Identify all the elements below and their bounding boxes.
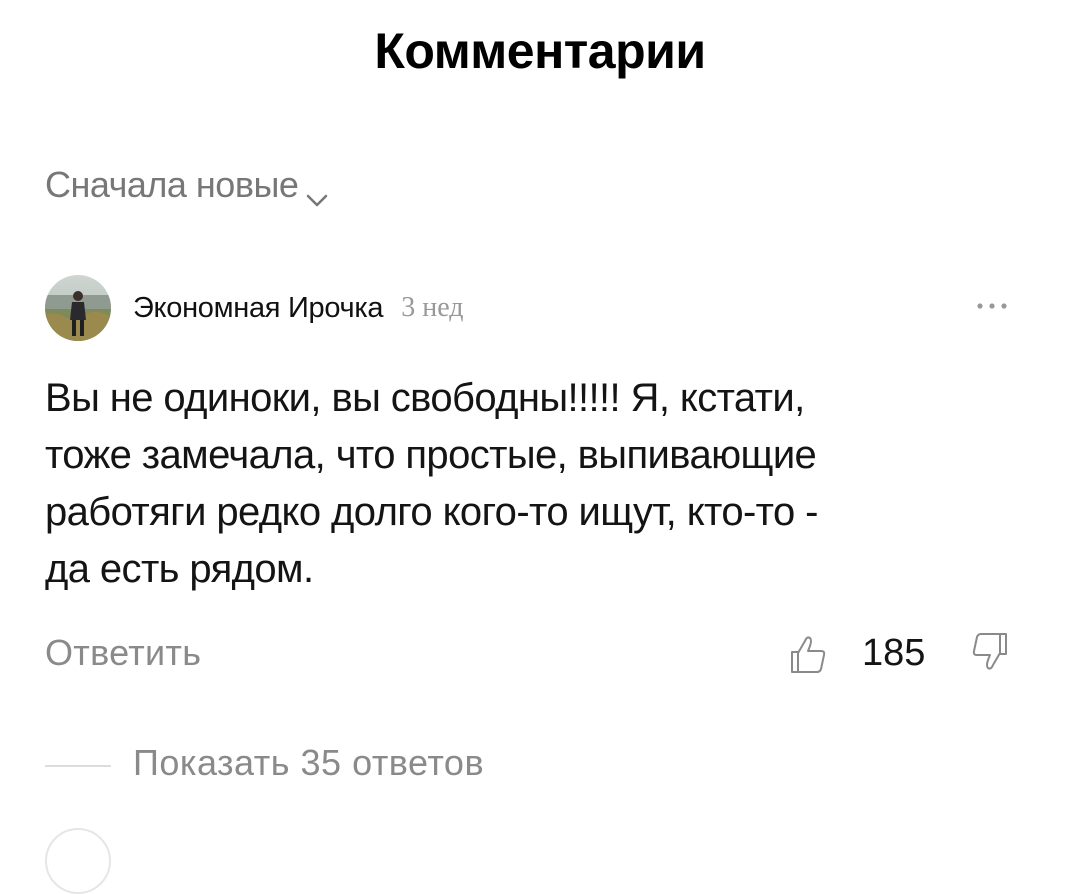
comment-text: Вы не одиноки, вы свободны!!!!! Я, кстат…	[45, 376, 818, 591]
sort-label: Сначала новые	[45, 164, 299, 205]
sort-dropdown[interactable]: Сначала новые	[45, 164, 330, 207]
replies-divider	[45, 765, 111, 767]
thumbs-down-icon[interactable]	[968, 630, 1012, 674]
next-comment-avatar	[45, 828, 111, 894]
more-dots-icon[interactable]	[972, 294, 1012, 318]
show-replies-button[interactable]: Показать 35 ответов	[133, 742, 484, 784]
like-count: 185	[862, 632, 926, 674]
avatar[interactable]	[45, 275, 111, 341]
page-title: Комментарии	[374, 23, 706, 79]
author-name[interactable]: Экономная Ирочка	[133, 292, 384, 325]
thumbs-up-icon[interactable]	[786, 632, 830, 676]
chevron-down-icon	[304, 177, 330, 207]
reply-button[interactable]: Ответить	[45, 632, 201, 674]
comment-time: 3 нед	[401, 292, 464, 323]
comment-header: Экономная Ирочка 3 нед	[45, 272, 464, 344]
